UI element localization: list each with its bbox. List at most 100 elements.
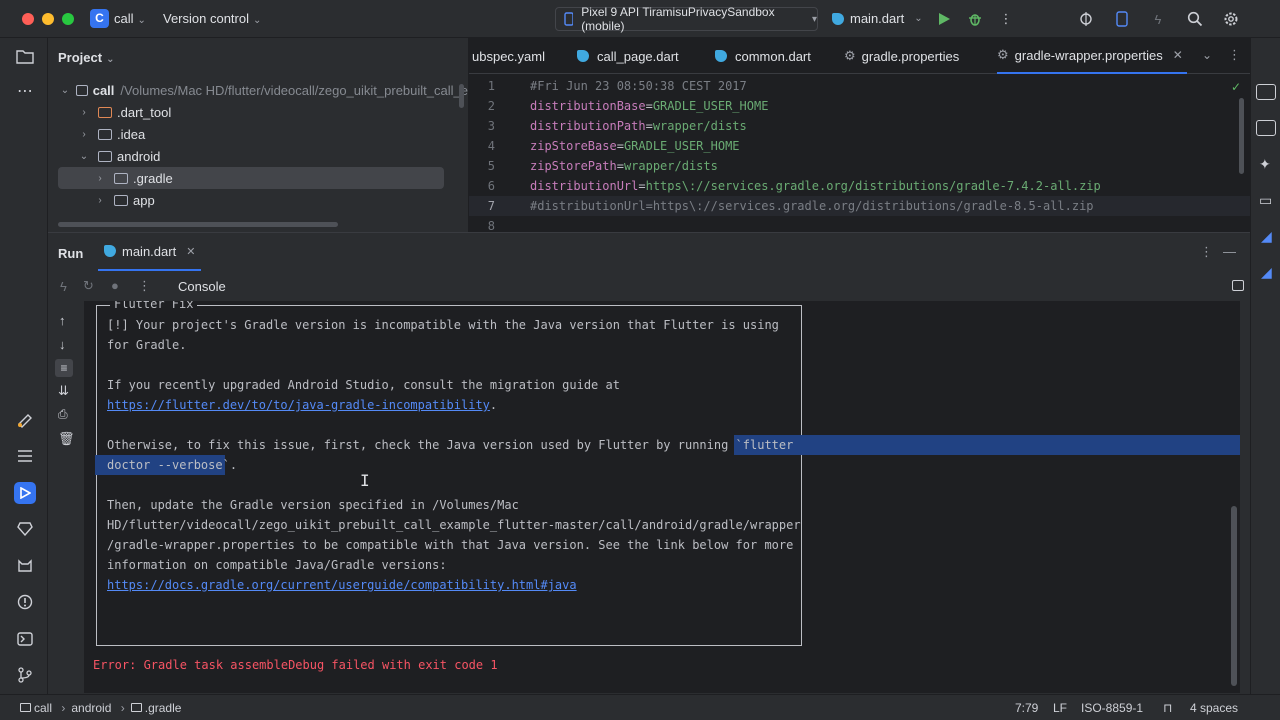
tree-item-dart-tool[interactable]: › .dart_tool (48, 101, 468, 123)
device-selector[interactable]: Pixel 9 API TiramisuPrivacySandbox (mobi… (555, 5, 818, 33)
breadcrumb-item[interactable]: call (34, 701, 52, 715)
no-problems-check-icon[interactable]: ✓ (1231, 80, 1241, 94)
layout-icon[interactable] (1232, 280, 1244, 291)
tree-item-label: .dart_tool (117, 104, 172, 120)
close-tab-icon[interactable]: ✕ (186, 245, 195, 258)
scroll-to-end-icon[interactable]: ⇊ (58, 383, 69, 399)
file-encoding[interactable]: ISO-8859-1 (1081, 701, 1143, 715)
device-manager-icon[interactable] (1112, 9, 1132, 29)
lightning-icon[interactable]: ϟ (1148, 9, 1168, 29)
equals-sign: = (645, 99, 653, 113)
breadcrumb-item[interactable]: .gradle (145, 701, 182, 715)
device-mirror-icon[interactable]: ▭ (1259, 192, 1272, 209)
project-folder-icon[interactable] (14, 45, 36, 67)
code-line: #distributionUrl=https\://services.gradl… (530, 199, 1094, 213)
chevron-down-icon: ⌄ (253, 15, 262, 26)
console-output[interactable]: Flutter Fix [!] Your project's Gradle ve… (84, 301, 1240, 693)
ai-assistant-icon[interactable]: ✦ (1259, 156, 1271, 173)
tab-gradle-properties[interactable]: ⚙ gradle.properties (844, 38, 959, 74)
soft-wrap-icon[interactable]: ≡ (55, 359, 73, 377)
folder-icon (98, 150, 112, 162)
minimize-window-button[interactable] (42, 13, 54, 25)
tree-item-label: call (92, 82, 115, 98)
editor-more-icon[interactable]: ⋮ (1228, 47, 1241, 63)
title-bar: C call ⌄ Version control ⌄ Pixel 9 API Tir… (0, 0, 1280, 38)
run-panel-more-icon[interactable]: ⋮ (1200, 244, 1213, 260)
terminal-icon[interactable] (14, 628, 36, 650)
flutter-performance-icon[interactable]: ◢ (1261, 264, 1272, 281)
equals-sign: = (616, 159, 624, 173)
run-icon[interactable] (934, 9, 954, 29)
device-name: Pixel 9 API TiramisuPrivacySandbox (mobi… (581, 5, 775, 33)
hot-restart-icon[interactable]: ↻ (83, 278, 94, 294)
lock-icon[interactable]: ⊓ (1163, 701, 1172, 715)
more-tools-icon[interactable]: ⋯ (14, 80, 36, 102)
tab-gradle-wrapper-properties[interactable]: ⚙ gradle-wrapper.properties ✕ (997, 38, 1187, 74)
chevron-down-icon: ⌄ (106, 54, 115, 65)
scroll-up-icon[interactable]: ↑ (59, 313, 66, 328)
java-gradle-incompatibility-link[interactable]: https://flutter.dev/to/to/java-gradle-in… (107, 398, 490, 412)
chevron-right-icon: › (98, 194, 102, 206)
chevron-right-icon: › (61, 701, 66, 715)
chevron-right-icon: › (98, 172, 102, 184)
stop-icon[interactable]: ● (111, 278, 119, 293)
problems-icon[interactable] (14, 591, 36, 613)
settings-gear-icon[interactable] (1221, 9, 1241, 29)
chevron-down-icon: ⌄ (137, 15, 146, 26)
flutter-fix-box-title: Flutter Fix (110, 301, 198, 311)
indent-setting[interactable]: 4 spaces (1190, 701, 1238, 715)
maximize-window-button[interactable] (62, 13, 74, 25)
editor-scrollbar[interactable] (1239, 98, 1244, 174)
tab-common[interactable]: common.dart (715, 38, 811, 74)
flutter-inspector-icon[interactable] (14, 409, 36, 431)
version-control-menu[interactable]: Version control ⌄ (163, 11, 261, 26)
error-message: Error: Gradle task assembleDebug failed … (93, 658, 498, 672)
tab-main-dart[interactable]: main.dart ✕ (98, 233, 202, 271)
console-tab[interactable]: Console (178, 279, 226, 294)
tab-pubspec[interactable]: ubspec.yaml (472, 38, 545, 74)
notifications-icon[interactable] (1256, 84, 1276, 100)
tab-call-page[interactable]: call_page.dart (577, 38, 679, 74)
git-icon[interactable] (14, 664, 36, 686)
breadcrumb-item[interactable]: android (71, 701, 111, 715)
tree-item-gradle[interactable]: › .gradle (58, 167, 444, 189)
console-scrollbar[interactable] (1231, 506, 1237, 686)
horizontal-scrollbar[interactable] (58, 222, 338, 227)
scroll-down-icon[interactable]: ↓ (59, 337, 66, 352)
clear-console-trash-icon[interactable]: 🗑 (58, 431, 75, 447)
tree-item-call[interactable]: ⌄ call /Volumes/Mac HD/flutter/videocall… (48, 79, 468, 101)
logcat-icon[interactable] (14, 555, 36, 577)
tab-label: ubspec.yaml (472, 48, 545, 64)
gradle-tool-icon[interactable] (1256, 120, 1276, 136)
close-window-button[interactable] (22, 13, 34, 25)
hot-reload-icon[interactable]: ϟ (60, 279, 67, 294)
vertical-scrollbar[interactable] (459, 84, 464, 108)
caret-position[interactable]: 7:79 (1015, 701, 1038, 715)
tree-item-android[interactable]: ⌄ android (48, 145, 468, 167)
run-config-selector[interactable]: main.dart ⌄ (832, 11, 923, 26)
close-tab-icon[interactable]: ✕ (1173, 48, 1183, 62)
tab-label: gradle.properties (861, 48, 960, 64)
project-panel-title[interactable]: Project ⌄ (58, 50, 114, 65)
gradle-compatibility-link[interactable]: https://docs.gradle.org/current/userguid… (107, 578, 577, 592)
structure-icon[interactable] (14, 445, 36, 467)
line-separator[interactable]: LF (1053, 701, 1067, 715)
run-tool-icon[interactable] (14, 482, 36, 504)
tab-list-chevron-icon[interactable]: ⌄ (1202, 48, 1212, 62)
left-tool-strip: ⋯ (0, 38, 48, 694)
folder-icon (114, 172, 128, 184)
folder-icon (98, 106, 112, 118)
console-line: HD/flutter/videocall/zego_uikit_prebuilt… (107, 518, 801, 532)
tree-item-idea[interactable]: › .idea (48, 123, 468, 145)
debug-icon[interactable] (965, 9, 985, 29)
tree-item-app[interactable]: › app (48, 189, 468, 211)
flutter-outline-icon[interactable]: ◢ (1261, 228, 1272, 245)
project-selector[interactable]: call ⌄ (114, 11, 146, 26)
plugins-icon[interactable] (1076, 9, 1096, 29)
gem-icon[interactable] (14, 518, 36, 540)
search-icon[interactable] (1185, 9, 1205, 29)
hide-panel-icon[interactable]: — (1223, 244, 1236, 259)
print-icon[interactable]: ⎙ (58, 407, 68, 422)
more-actions-icon[interactable]: ⋮ (996, 9, 1016, 29)
console-more-icon[interactable]: ⋮ (138, 278, 151, 294)
